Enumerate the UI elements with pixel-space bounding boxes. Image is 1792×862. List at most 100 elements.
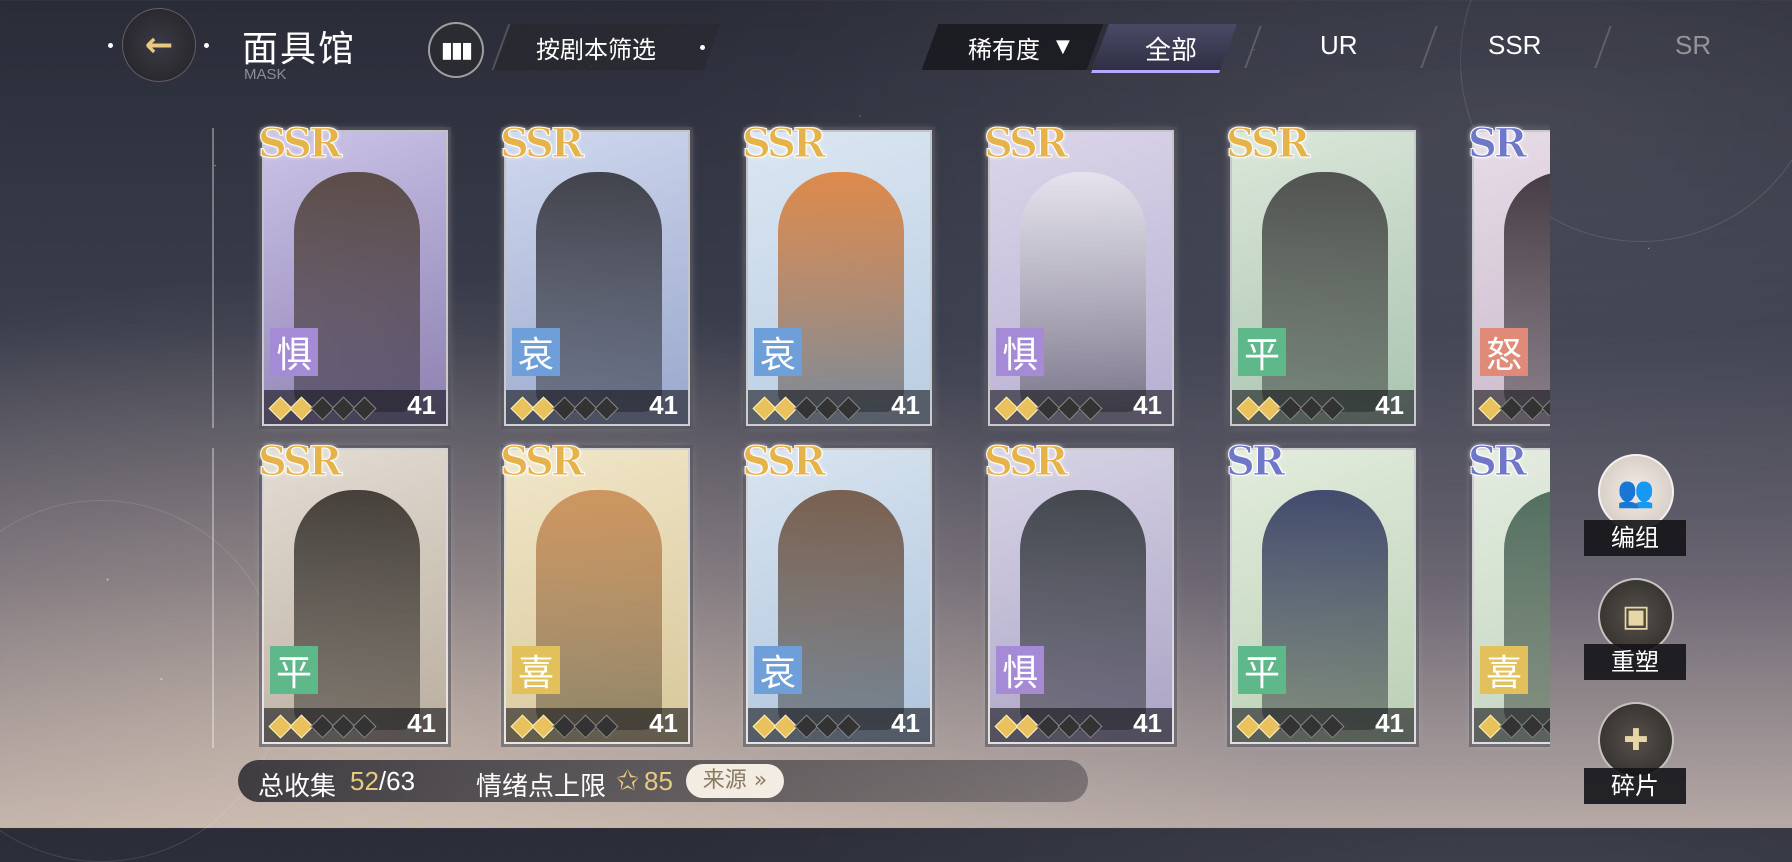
card-level: 41 <box>1133 390 1162 420</box>
card-frame: 41 哀 <box>504 130 690 426</box>
card-frame: 41 平 <box>1230 130 1416 426</box>
reshape-icon: ▣ <box>1598 578 1674 654</box>
emotion-badge: 哀 <box>754 646 802 694</box>
mask-card[interactable]: 41 哀 SSR <box>741 122 932 426</box>
star-rating <box>510 714 619 739</box>
emotion-badge: 喜 <box>512 646 560 694</box>
decor-dot <box>204 43 209 48</box>
caret-down-icon: ▼ <box>1056 36 1070 57</box>
back-arrow-icon: ← <box>144 25 174 65</box>
tab-ssr[interactable]: SSR <box>1488 30 1541 61</box>
reshape-button[interactable]: ▣ 重塑 <box>1584 578 1686 680</box>
card-level: 41 <box>1375 390 1404 420</box>
script-filter-button[interactable]: 按剧本筛选 <box>536 30 656 65</box>
diamond-star-icon <box>1078 714 1103 739</box>
source-button[interactable]: 来源 » <box>686 764 784 798</box>
fragments-label: 碎片 <box>1584 768 1686 804</box>
emotion-badge: 平 <box>1238 328 1286 376</box>
tab-all[interactable]: 全部 <box>1145 30 1197 67</box>
character-figure <box>294 490 420 730</box>
card-frame: 41 喜 <box>504 448 690 744</box>
diamond-star-icon <box>352 714 377 739</box>
emotion-limit-label: 情绪点上限 <box>476 772 607 802</box>
rarity-badge: SSR <box>741 122 826 168</box>
diamond-star-icon <box>836 396 861 421</box>
star-rating <box>752 396 861 421</box>
diamond-star-icon <box>594 714 619 739</box>
rarity-badge: SR <box>1467 122 1527 168</box>
diamond-star-icon <box>1078 396 1103 421</box>
page-title: 面具馆 <box>242 29 357 70</box>
emotion-badge: 惧 <box>996 328 1044 376</box>
mask-card[interactable]: 喜 SR <box>1467 438 1550 744</box>
star-rating <box>268 396 377 421</box>
collection-bar: 总收集 52/63 情绪点上限 ✩ 85 来源 » <box>238 760 1088 802</box>
card-level: 41 <box>1133 708 1162 738</box>
card-frame: 41 平 <box>1230 448 1416 744</box>
rearrange-button[interactable]: 👥 编组 <box>1584 454 1686 556</box>
rarity-badge: SSR <box>257 438 342 486</box>
card-level: 41 <box>891 708 920 738</box>
collection-count: 52/63 <box>350 766 415 797</box>
diamond-star-icon <box>1541 714 1550 739</box>
reshape-label: 重塑 <box>1584 644 1686 680</box>
rarity-badge: SSR <box>499 438 584 486</box>
character-figure <box>778 490 904 730</box>
card-frame: 41 哀 <box>746 130 932 426</box>
collection-label: 总收集 <box>258 772 337 802</box>
mask-card[interactable]: 41 惧 SSR <box>257 122 448 426</box>
card-frame: 41 惧 <box>262 130 448 426</box>
rarity-badge: SSR <box>1225 122 1310 168</box>
emotion-badge: 哀 <box>754 328 802 376</box>
emotion-badge: 平 <box>1238 646 1286 694</box>
star-rating <box>994 396 1103 421</box>
back-button[interactable]: ← <box>122 8 196 82</box>
card-level: 41 <box>649 708 678 738</box>
rearrange-label: 编组 <box>1584 520 1686 556</box>
card-frame: 41 惧 <box>988 130 1174 426</box>
mask-card[interactable]: 41 惧 SSR <box>983 122 1174 426</box>
collected-count: 52 <box>350 766 379 796</box>
character-figure <box>778 172 904 412</box>
mask-card[interactable]: 41 哀 SSR <box>741 438 932 744</box>
emotion-badge: 惧 <box>996 646 1044 694</box>
list-view-button[interactable]: ▮▮▮ <box>428 22 484 78</box>
star-rating <box>268 714 377 739</box>
rarity-badge: SR <box>1225 438 1285 486</box>
rarity-badge: SSR <box>257 122 342 168</box>
rarity-badge: SSR <box>499 122 584 168</box>
fragments-button[interactable]: ✚ 碎片 <box>1584 702 1686 804</box>
card-frame: 41 平 <box>262 448 448 744</box>
page-subtitle: MASK <box>244 66 287 83</box>
mask-card-grid: 41 惧 SSR 41 哀 SSR 41 哀 SSR 41 惧 SSR 41 平 SSR 怒 SR 41 平 SSR 4… <box>210 122 1550 752</box>
puzzle-icon: ✚ <box>1598 702 1674 778</box>
star-icon: ✩ <box>616 764 640 797</box>
character-figure <box>1262 172 1388 412</box>
mask-card[interactable]: 41 惧 SSR <box>983 438 1174 744</box>
rarity-dropdown[interactable]: 稀有度 <box>968 30 1040 65</box>
mask-card[interactable]: 41 平 SSR <box>257 438 448 744</box>
mask-card[interactable]: 41 喜 SSR <box>499 438 690 744</box>
decor-dot <box>700 45 705 50</box>
diamond-star-icon <box>1320 396 1345 421</box>
card-frame: 41 惧 <box>988 448 1174 744</box>
tab-sr[interactable]: SR <box>1675 30 1711 61</box>
star-rating <box>1478 396 1550 421</box>
tab-ur[interactable]: UR <box>1320 30 1358 61</box>
star-rating <box>1478 714 1550 739</box>
emotion-badge: 哀 <box>512 328 560 376</box>
character-figure <box>1262 490 1388 730</box>
card-level: 41 <box>891 390 920 420</box>
mask-card[interactable]: 41 平 SSR <box>1225 122 1416 426</box>
emotion-badge: 惧 <box>270 328 318 376</box>
group-icon: 👥 <box>1598 454 1674 530</box>
emotion-limit-value: 85 <box>644 766 673 796</box>
mask-card[interactable]: 41 哀 SSR <box>499 122 690 426</box>
diamond-star-icon <box>352 396 377 421</box>
diamond-star-icon <box>1541 396 1550 421</box>
card-level: 41 <box>407 390 436 420</box>
list-icon: ▮▮▮ <box>440 37 473 63</box>
mask-card[interactable]: 怒 SR <box>1467 122 1550 426</box>
card-level: 41 <box>407 708 436 738</box>
mask-card[interactable]: 41 平 SR <box>1225 438 1416 744</box>
